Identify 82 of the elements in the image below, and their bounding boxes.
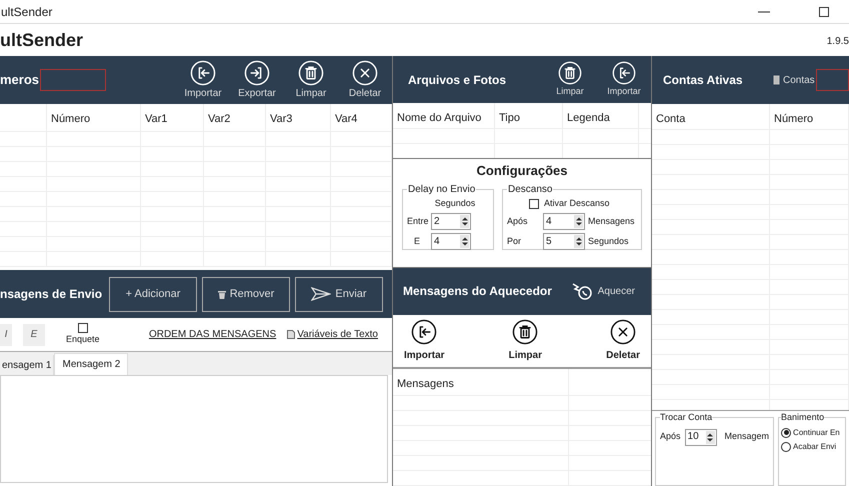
panel-title: Mensagens do Aquecedor [403, 283, 553, 300]
column-header: Tipo [499, 112, 520, 124]
search-field[interactable] [40, 69, 106, 91]
column-header: Mensagens [397, 378, 454, 390]
accounts-label: Contas [773, 72, 815, 88]
field-label: Após [660, 430, 681, 444]
toolbar-button[interactable]: Exportar [230, 60, 284, 100]
spinner-arrows-icon [576, 237, 582, 246]
trash-icon [512, 318, 538, 345]
format-button[interactable]: E [23, 324, 45, 346]
number-spinner[interactable]: 4 [543, 213, 585, 230]
group-title: Delay no Envio [408, 184, 476, 195]
field-label: Após [507, 215, 529, 228]
panel-title: nsagens de Envio [0, 286, 104, 303]
panel-title: Arquivos e Fotos [408, 72, 508, 89]
action-button[interactable]: Remover [202, 276, 290, 312]
spinner-arrows-icon [462, 237, 468, 246]
version-label: 1.9.5 [826, 35, 849, 49]
unit-label: Segundos [434, 196, 476, 210]
number-spinner[interactable]: 5 [543, 233, 585, 250]
export-icon [244, 60, 270, 86]
column-header: Var3 [270, 113, 292, 125]
column-header: Var1 [145, 113, 168, 125]
toolbar-button[interactable]: Deletar [338, 60, 392, 100]
import-icon [411, 318, 438, 345]
column-header: Var2 [208, 113, 230, 125]
format-button[interactable]: I [0, 324, 12, 346]
group-title: Banimento [781, 412, 824, 422]
search-field[interactable] [816, 69, 849, 91]
tool-button[interactable]: Limpar [508, 318, 542, 363]
message-text-area[interactable] [0, 375, 388, 483]
send-icon [311, 287, 332, 301]
field-label: Por [507, 235, 522, 248]
field-label: Entre [407, 215, 427, 228]
action-button[interactable]: + Adicionar [109, 276, 197, 312]
unit-label: Mensagens [588, 215, 635, 228]
trash-icon [298, 60, 324, 86]
action-button[interactable]: Enviar [295, 276, 383, 312]
message-tab[interactable]: Mensagem 2 [54, 353, 128, 375]
group-title: Trocar Conta [660, 412, 712, 422]
trash-icon [218, 290, 226, 298]
panel-title: meros [0, 71, 40, 90]
toolbar-button[interactable]: Limpar [284, 60, 338, 100]
import-icon [612, 60, 636, 85]
unit-label: Segundos [588, 235, 629, 248]
panel-title: Contas Ativas [663, 72, 744, 89]
tool-button[interactable]: Importar [404, 318, 445, 363]
unit-label: Mensagem [724, 430, 770, 444]
text-link[interactable]: ORDEM DAS MENSAGENS [148, 327, 276, 342]
column-header: Conta [656, 113, 686, 125]
app-title: ultSender [0, 28, 84, 52]
window-title: ultSender [1, 4, 54, 20]
column-header: Legenda [567, 112, 610, 124]
import-icon [190, 60, 216, 86]
column-header: Número [51, 113, 90, 125]
column-header: Nome do Arquivo [397, 112, 482, 124]
spinner-arrows-icon [462, 217, 468, 226]
column-header: Var4 [335, 113, 358, 125]
toolbar-button[interactable]: Importar [176, 60, 230, 100]
number-spinner[interactable]: 10 [684, 428, 717, 446]
radio-option[interactable]: Continuar En [781, 426, 840, 438]
group-title: Descanso [508, 184, 552, 195]
rest-checkbox[interactable]: Ativar Descanso [529, 196, 637, 210]
text-link[interactable]: Variáveis de Texto [287, 327, 378, 342]
trash-icon [558, 60, 582, 85]
spinner-arrows-icon [576, 217, 582, 226]
close-icon [352, 60, 378, 86]
number-spinner[interactable]: 4 [431, 233, 471, 250]
warm-up-button[interactable]: Aquecer [570, 282, 635, 300]
column-header: Número [774, 113, 814, 125]
number-spinner[interactable]: 2 [431, 213, 471, 230]
spinner-arrows-icon [707, 432, 714, 442]
minimize-icon[interactable] [758, 10, 770, 12]
tool-button[interactable]: Deletar [606, 318, 640, 363]
field-label: E [412, 235, 421, 248]
toolbar-button[interactable]: Limpar [543, 60, 597, 98]
radio-option[interactable]: Acabar Envi [781, 440, 836, 452]
toolbar-button[interactable]: Importar [597, 60, 651, 98]
poll-checkbox[interactable]: Enquete [66, 322, 100, 346]
maximize-icon[interactable] [819, 6, 829, 16]
settings-title: Configurações [476, 162, 568, 180]
close-icon [610, 318, 636, 345]
